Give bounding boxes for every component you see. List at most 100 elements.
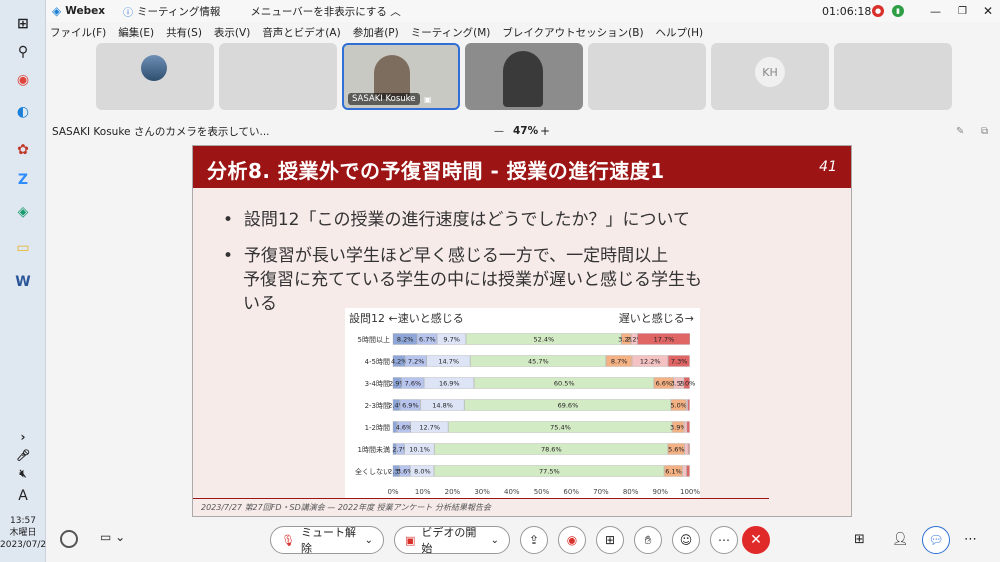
share-icon[interactable]: ⇪	[520, 526, 548, 554]
x-tick-label: 40%	[504, 488, 520, 496]
data-label: 75.4%	[550, 424, 571, 432]
participant-tile[interactable]	[219, 43, 337, 110]
record-icon[interactable]: ◉	[558, 526, 586, 554]
clock-time: 13:57	[10, 516, 36, 526]
video-off-icon: ▣	[405, 533, 416, 547]
chat-icon[interactable]: 💬︎	[922, 526, 950, 554]
bullet-1: • 設問12「この授業の進行速度はどうでしたか？」について	[223, 210, 690, 230]
explorer-icon[interactable]: ▭	[11, 236, 35, 260]
participant-tile[interactable]	[96, 43, 214, 110]
x-tick-label: 50%	[534, 488, 550, 496]
category-label: 5時間以上	[358, 335, 390, 344]
leave-meeting-button[interactable]: ✕	[742, 526, 770, 554]
share-status-bar: SASAKI Kosuke さんのカメラを表示してい... — 47% + ✎ …	[46, 120, 1000, 142]
chrome-icon[interactable]: ◉	[11, 68, 35, 92]
x-tick-label: 20%	[445, 488, 461, 496]
speaker-mute-icon[interactable]: 🔇︎	[11, 462, 35, 486]
hide-menubar-button[interactable]: メニューバーを非表示にする ︿	[250, 4, 400, 19]
reactions-icon[interactable]: ☺	[672, 526, 700, 554]
edge-icon[interactable]: ◐	[11, 100, 35, 124]
zoom-in-button[interactable]: +	[540, 124, 550, 138]
webex-window: ◈ Webex ⓘ ミーティング情報 メニューバーを非表示にする ︿ 01:06…	[46, 0, 1000, 562]
menu-item-1[interactable]: 編集(E)	[118, 25, 154, 40]
menu-item-4[interactable]: 音声とビデオ(A)	[262, 25, 340, 40]
layout-icon[interactable]	[60, 530, 78, 548]
app-name: Webex	[65, 5, 105, 17]
data-label: 5.6%	[668, 446, 685, 454]
minimize-icon[interactable]: —	[930, 5, 941, 18]
annotate-icon[interactable]: ✎	[956, 126, 964, 137]
windows-taskbar: ⊞ ⚲ ◉ ◐ ✿ Z ◈ ▭ W › 🎤︎ 🔇︎ A 13:57 木曜日 2023/07/27	[0, 0, 52, 562]
zoom-icon[interactable]: Z	[11, 168, 35, 192]
more-options-icon[interactable]: ⋯	[710, 526, 738, 554]
data-label: 12.2%	[640, 358, 661, 366]
data-label: 6.9%	[402, 402, 419, 410]
shared-slide: 分析8. 授業外での予復習時間 - 授業の進行速度1 41 • 設問12「この授…	[192, 145, 852, 517]
participant-tile[interactable]	[588, 43, 706, 110]
bar-segment	[684, 443, 689, 455]
bar-segment	[686, 465, 690, 477]
category-label: 1-2時間	[365, 424, 390, 432]
windows-start-icon[interactable]: ⊞	[11, 12, 35, 36]
clock-date: 2023/07/27	[0, 540, 52, 550]
menu-item-6[interactable]: ミーティング(M)	[411, 25, 491, 40]
bar-segment	[687, 399, 690, 411]
menu-item-2[interactable]: 共有(S)	[166, 25, 202, 40]
data-label: 52.4%	[534, 336, 555, 344]
stacked-bar-chart: 設問12 ←速いと感じる 遅いと感じる→ 5時間以上 8.2% 6.7% 9.7% 52…	[345, 308, 700, 498]
menu-item-7[interactable]: ブレイクアウトセッション(B)	[502, 25, 643, 40]
avatar-initials: KH	[755, 57, 785, 87]
participant-tile[interactable]	[465, 43, 583, 110]
category-label: 全くしない	[355, 467, 390, 476]
data-label: 69.6%	[558, 402, 579, 410]
participants-icon[interactable]: 👤︎	[892, 532, 909, 547]
meeting-info-button[interactable]: ミーティング情報	[137, 4, 220, 19]
raise-hand-icon[interactable]: ✋︎	[634, 526, 662, 554]
menu-item-8[interactable]: ヘルプ(H)	[656, 25, 704, 40]
start-video-button[interactable]: ▣ ビデオの開始 ⌄	[394, 526, 510, 555]
zoom-out-button[interactable]: —	[494, 126, 504, 137]
microphone-muted-icon: 🎙︎	[281, 533, 295, 547]
menu-item-3[interactable]: 表示(V)	[214, 25, 250, 40]
data-label: 9.7%	[443, 336, 460, 344]
slide-header: 分析8. 授業外での予復習時間 - 授業の進行速度1 41	[193, 146, 851, 188]
apps-icon[interactable]: ⊞	[596, 526, 624, 554]
word-icon[interactable]: W	[11, 270, 35, 294]
category-label: 2-3時間	[365, 402, 390, 410]
data-label: 6.1%	[665, 468, 682, 476]
recording-icon: ●	[872, 5, 884, 17]
data-label: 5.0%	[670, 402, 687, 410]
menu-item-0[interactable]: ファイル(F)	[50, 25, 106, 40]
close-icon[interactable]: ✕	[983, 4, 993, 18]
more-panels-icon[interactable]: ⋯	[964, 532, 977, 547]
share-option-icon[interactable]: ⧉	[981, 126, 988, 137]
participant-tile[interactable]: KH	[711, 43, 829, 110]
network-icon[interactable]: ✿	[11, 138, 35, 162]
data-label: 12.7%	[419, 424, 440, 432]
breakout-icon[interactable]: ⊞	[854, 532, 865, 547]
ime-indicator[interactable]: A	[11, 484, 35, 508]
captions-icon[interactable]: ▭ ⌄	[100, 530, 125, 544]
footer-divider	[193, 498, 769, 499]
unmute-button[interactable]: 🎙︎ ミュート解除 ⌄	[270, 526, 384, 555]
restore-icon[interactable]: ❐	[958, 6, 967, 17]
participant-tile[interactable]	[834, 43, 952, 110]
data-label: 17.7%	[654, 336, 675, 344]
data-label: 60.5%	[554, 380, 575, 388]
signal-strength-icon: ▮	[892, 5, 904, 17]
bar-segment	[688, 443, 690, 455]
data-label: 7.3%	[671, 358, 688, 366]
x-tick-label: 80%	[623, 488, 639, 496]
search-icon[interactable]: ⚲	[11, 40, 35, 64]
bar-segment	[685, 399, 688, 411]
menu-item-5[interactable]: 参加者(P)	[353, 25, 399, 40]
webex-logo-icon: ◈	[52, 4, 62, 18]
participant-name: SASAKI Kosuke	[348, 93, 420, 105]
meeting-timer: 01:06:18	[822, 4, 872, 18]
webex-icon[interactable]: ◈	[11, 200, 35, 224]
participant-tile-active[interactable]: SASAKI Kosuke ▣	[342, 43, 460, 110]
participant-video	[503, 51, 543, 107]
data-label: 4.2%	[391, 358, 408, 366]
chart-svg: 5時間以上 8.2% 6.7% 9.7% 52.4% 3.2%2.2% 17.7%4-5時間…	[355, 333, 700, 496]
avatar	[141, 55, 167, 81]
